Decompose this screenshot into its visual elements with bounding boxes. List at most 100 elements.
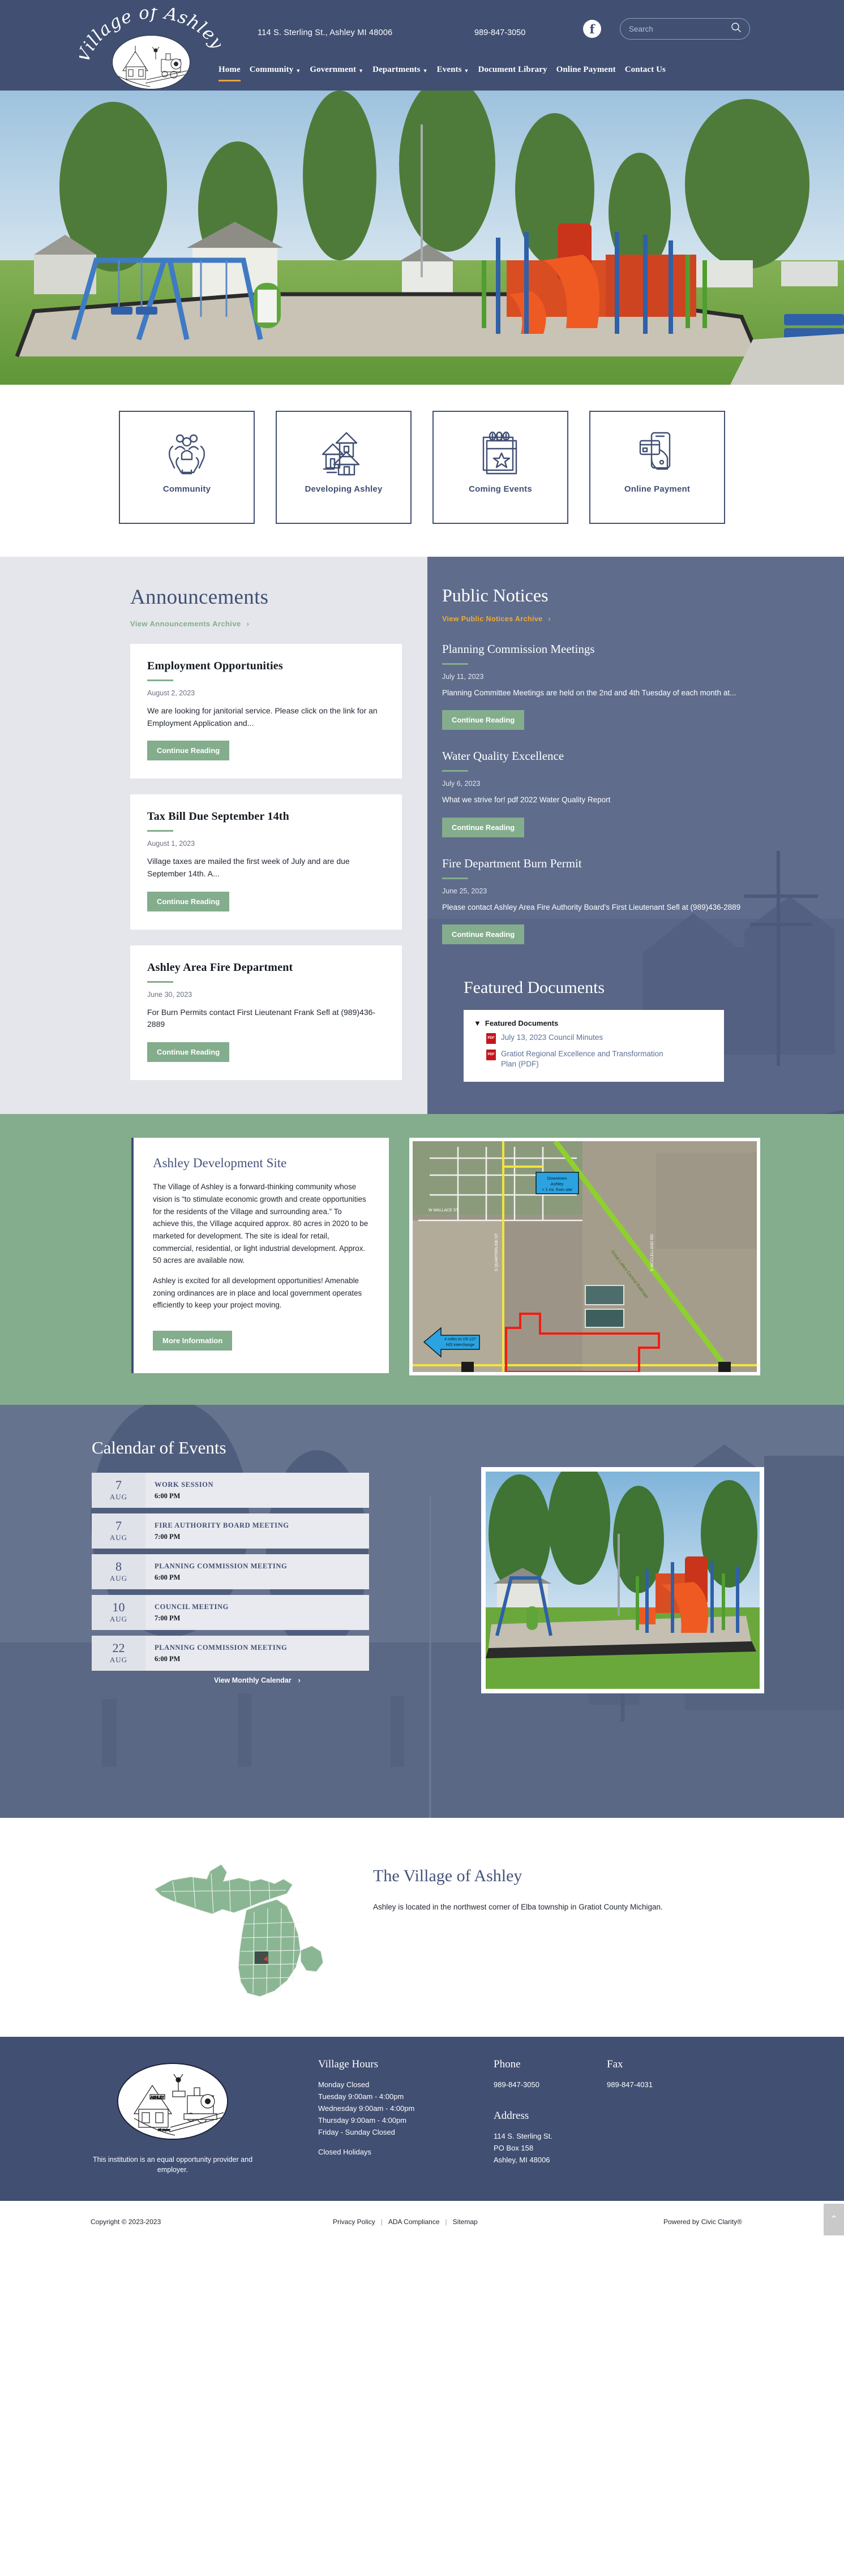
featured-documents-heading: Featured Documents	[464, 978, 759, 997]
intro-text: Ashley is located in the northwest corne…	[373, 1902, 690, 1913]
scroll-to-top-button[interactable]: ⌃	[824, 2204, 844, 2235]
header-phone: 989-847-3050	[474, 28, 525, 37]
announcement-date: August 2, 2023	[147, 689, 385, 697]
announcements-archive-link[interactable]: View Announcements Archive ›	[130, 620, 402, 628]
continue-reading-button[interactable]: Continue Reading	[147, 1042, 229, 1062]
nav-item-online-payment[interactable]: Online Payment	[556, 65, 616, 80]
village-intro-section: The Village of Ashley Ashley is located …	[0, 1818, 844, 2037]
depot-train-emblem	[112, 35, 190, 89]
quicklink-community[interactable]: Community	[119, 411, 255, 524]
notice-item: Fire Department Burn Permit June 25, 202…	[442, 857, 759, 944]
quicklink-coming-events[interactable]: Coming Events	[432, 411, 568, 524]
quicklink-online-payment[interactable]: Online Payment	[589, 411, 725, 524]
nav-item-departments[interactable]: Departments ▼	[372, 65, 427, 80]
divider: |	[445, 2218, 447, 2226]
quicklink-label: Online Payment	[624, 484, 690, 494]
event-row[interactable]: 7 AUG WORK SESSION 6:00 PM	[92, 1473, 369, 1508]
footer-phone-value[interactable]: 989-847-3050	[494, 2079, 607, 2091]
quicklink-label: Developing Ashley	[305, 484, 382, 494]
event-name: WORK SESSION	[155, 1481, 369, 1489]
continue-reading-button[interactable]: Continue Reading	[442, 924, 524, 944]
announcement-date: June 30, 2023	[147, 991, 385, 999]
development-site-card: Ashley Development Site The Village of A…	[131, 1138, 389, 1373]
facebook-icon[interactable]: f	[583, 20, 601, 38]
intro-title: The Village of Ashley	[373, 1867, 690, 1886]
sitemap-link[interactable]: Sitemap	[453, 2218, 478, 2226]
nav-item-contact-us[interactable]: Contact Us	[625, 65, 666, 80]
svg-text:N/S interchange: N/S interchange	[446, 1343, 474, 1347]
main-navigation[interactable]: Home Community ▼ Government ▼ Department…	[219, 65, 666, 81]
ada-compliance-link[interactable]: ADA Compliance	[388, 2218, 440, 2226]
event-time: 6:00 PM	[155, 1655, 369, 1663]
announcement-text: We are looking for janitorial service. P…	[147, 705, 385, 729]
michigan-map	[139, 1839, 331, 2012]
equal-opportunity-statement: This institution is an equal opportunity…	[79, 2154, 266, 2175]
development-site-aerial-map[interactable]: Great Lakes Central Railroad Downtown As…	[409, 1138, 760, 1375]
privacy-policy-link[interactable]: Privacy Policy	[333, 2218, 375, 2226]
archive-link-label: View Public Notices Archive	[442, 615, 543, 623]
event-month: AUG	[110, 1533, 127, 1542]
quicklink-developing-ashley[interactable]: Developing Ashley	[276, 411, 412, 524]
continue-reading-button[interactable]: Continue Reading	[147, 741, 229, 760]
notice-item: Planning Commission Meetings July 11, 20…	[442, 642, 759, 730]
nav-label: Departments	[372, 65, 420, 75]
event-name: FIRE AUTHORITY BOARD MEETING	[155, 1521, 369, 1530]
address-line: Ashley, MI 48006	[494, 2154, 607, 2166]
event-row[interactable]: 7 AUG FIRE AUTHORITY BOARD MEETING 7:00 …	[92, 1513, 369, 1549]
more-information-button[interactable]: More Information	[153, 1331, 232, 1351]
continue-reading-button[interactable]: Continue Reading	[442, 818, 524, 837]
notice-title: Planning Commission Meetings	[442, 642, 759, 656]
notice-date: June 25, 2023	[442, 887, 759, 895]
footer-fax-title: Fax	[607, 2058, 720, 2071]
nav-item-government[interactable]: Government ▼	[310, 65, 363, 80]
calendar-section: Calendar of Events 7 AUG WORK SESSION 6:…	[0, 1405, 844, 1818]
hand-phone-card-icon	[637, 429, 678, 478]
divider	[442, 770, 468, 772]
footer-address-title: Address	[494, 2110, 607, 2122]
view-monthly-calendar-link[interactable]: View Monthly Calendar ›	[214, 1676, 301, 1684]
site-header: Village of Ashley	[0, 0, 844, 91]
search-input[interactable]	[620, 25, 731, 33]
event-name: PLANNING COMMISSION MEETING	[155, 1562, 369, 1571]
public-notices-archive-link[interactable]: View Public Notices Archive ›	[442, 615, 759, 623]
document-link[interactable]: PDF July 13, 2023 Council Minutes	[486, 1033, 714, 1044]
calendar-park-photo	[481, 1467, 764, 1693]
archive-link-label: View Announcements Archive	[130, 620, 241, 628]
event-row[interactable]: 10 AUG COUNCIL MEETING 7:00 PM	[92, 1595, 369, 1630]
site-logo[interactable]: Village of Ashley	[79, 5, 221, 95]
continue-reading-button[interactable]: Continue Reading	[442, 710, 524, 730]
event-row[interactable]: 22 AUG PLANNING COMMISSION MEETING 6:00 …	[92, 1636, 369, 1671]
event-day: 22	[113, 1642, 125, 1654]
svg-text:4 miles to US-127: 4 miles to US-127	[444, 1338, 476, 1341]
event-row[interactable]: 8 AUG PLANNING COMMISSION MEETING 6:00 P…	[92, 1554, 369, 1589]
featured-documents-group-title[interactable]: ▼ Featured Documents	[474, 1019, 714, 1027]
search-box[interactable]	[620, 18, 750, 40]
event-name: COUNCIL MEETING	[155, 1603, 369, 1611]
document-link[interactable]: PDF Gratiot Regional Excellence and Tran…	[486, 1049, 714, 1069]
nav-item-community[interactable]: Community ▼	[250, 65, 301, 80]
nav-item-home[interactable]: Home	[219, 65, 241, 81]
playground-photo	[0, 91, 844, 385]
footer-brand: ASHLEY Bill Stryker This institut	[79, 2058, 266, 2175]
document-label: July 13, 2023 Council Minutes	[501, 1033, 603, 1043]
event-time: 6:00 PM	[155, 1492, 369, 1500]
notice-date: July 6, 2023	[442, 780, 759, 788]
development-paragraph-2: Ashley is excited for all development op…	[153, 1275, 370, 1311]
announcements-title: Announcements	[130, 585, 402, 609]
event-month: AUG	[110, 1615, 127, 1624]
nav-item-document-library[interactable]: Document Library	[478, 65, 547, 80]
calendar-star-icon	[480, 429, 521, 478]
development-site-title: Ashley Development Site	[153, 1156, 370, 1171]
chevron-down-icon: ▼	[423, 68, 428, 74]
search-icon[interactable]	[731, 22, 742, 36]
svg-text:Downtown: Downtown	[547, 1176, 567, 1181]
chevron-down-icon: ▼	[295, 68, 301, 74]
hours-line: Wednesday 9:00am - 4:00pm	[318, 2102, 488, 2114]
nav-item-events[interactable]: Events ▼	[437, 65, 469, 80]
nav-label: Events	[437, 65, 462, 75]
chevron-right-icon: ›	[247, 620, 250, 628]
closed-holidays-line: Closed Holidays	[318, 2146, 488, 2158]
event-time: 6:00 PM	[155, 1573, 369, 1582]
continue-reading-button[interactable]: Continue Reading	[147, 892, 229, 911]
footer-hours-title: Village Hours	[318, 2058, 488, 2071]
